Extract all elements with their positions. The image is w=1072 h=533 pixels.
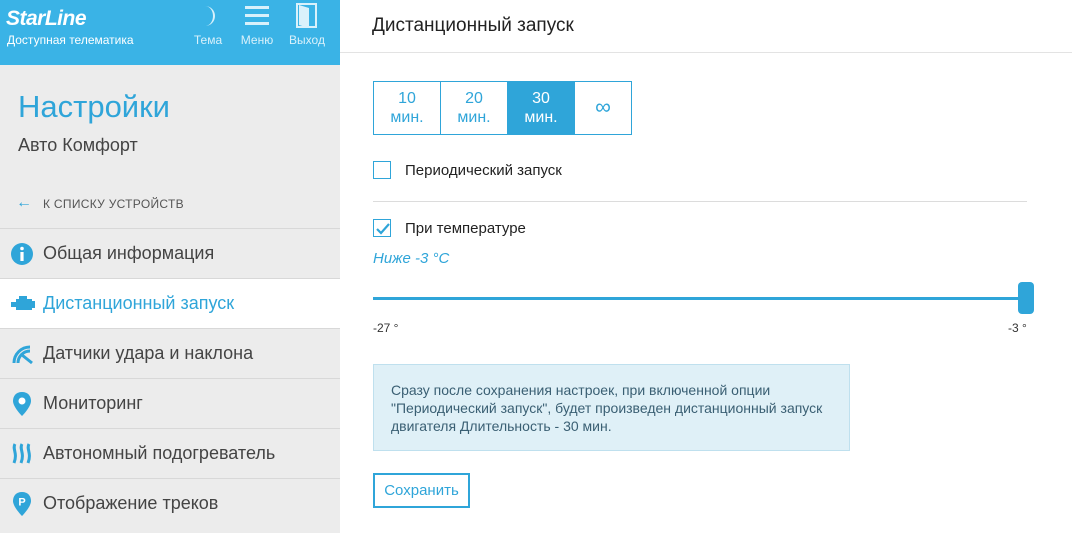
duration-unit: мин. bbox=[457, 109, 491, 126]
infinity-icon: ∞ bbox=[595, 94, 611, 119]
temperature-slider-track[interactable] bbox=[373, 297, 1027, 300]
slider-min-label: -27 ° bbox=[373, 321, 399, 335]
theme-button[interactable]: Тема bbox=[185, 3, 231, 47]
sidebar-item-label: Автономный подогреватель bbox=[43, 443, 276, 463]
temperature-slider-handle[interactable] bbox=[1018, 282, 1034, 314]
duration-10-button[interactable]: 10 мин. bbox=[374, 82, 441, 134]
top-bar: StarLine Доступная телематика Тема Меню … bbox=[0, 0, 340, 65]
hamburger-icon bbox=[245, 6, 269, 25]
settings-title: Настройки bbox=[18, 89, 171, 124]
settings-menu: Общая информация Дистанционный запуск Да… bbox=[0, 228, 340, 528]
periodic-start-checkbox[interactable] bbox=[373, 161, 391, 179]
duration-value: 10 bbox=[398, 90, 416, 107]
duration-unit: мин. bbox=[524, 109, 558, 126]
location-pin-icon bbox=[13, 392, 31, 416]
parking-pin-icon: P bbox=[13, 492, 31, 516]
sidebar-item-tracks[interactable]: P Отображение треков bbox=[0, 478, 340, 528]
menu-button[interactable]: Меню bbox=[234, 3, 280, 47]
slider-max-label: -3 ° bbox=[1008, 321, 1027, 335]
duration-value: 30 bbox=[532, 90, 550, 107]
sidebar-item-label: Дистанционный запуск bbox=[43, 293, 235, 313]
temperature-label: При температуре bbox=[405, 220, 526, 237]
back-to-devices-link[interactable]: ← К СПИСКУ УСТРОЙСТВ bbox=[0, 188, 340, 228]
sidebar-item-shock-sensors[interactable]: Датчики удара и наклона bbox=[0, 328, 340, 378]
exit-door-icon bbox=[296, 3, 317, 28]
sidebar-item-label: Общая информация bbox=[43, 243, 215, 263]
sidebar: StarLine Доступная телематика Тема Меню … bbox=[0, 0, 340, 533]
duration-unit: мин. bbox=[390, 109, 424, 126]
sidebar-item-label: Мониторинг bbox=[43, 393, 143, 413]
menu-label: Меню bbox=[240, 33, 274, 47]
brand-logo[interactable]: StarLine bbox=[6, 7, 87, 31]
info-notice: Сразу после сохранения настроек, при вкл… bbox=[373, 364, 850, 451]
sidebar-item-monitoring[interactable]: Мониторинг bbox=[0, 378, 340, 428]
duration-selector: 10 мин. 20 мин. 30 мин. ∞ bbox=[373, 81, 632, 135]
checkmark-icon bbox=[376, 223, 390, 235]
duration-infinite-button[interactable]: ∞ bbox=[575, 82, 631, 134]
sidebar-item-label: Отображение треков bbox=[43, 493, 219, 513]
temperature-checkbox[interactable] bbox=[373, 219, 391, 237]
svg-text:P: P bbox=[18, 497, 25, 509]
heater-icon bbox=[12, 443, 31, 464]
device-name: Авто Комфорт bbox=[18, 135, 138, 155]
exit-label: Выход bbox=[289, 33, 325, 47]
engine-icon bbox=[11, 296, 35, 310]
main-panel: Дистанционный запуск 10 мин. 20 мин. 30 … bbox=[340, 0, 1072, 533]
duration-20-button[interactable]: 20 мин. bbox=[441, 82, 508, 134]
exit-button[interactable]: Выход bbox=[284, 3, 330, 47]
temperature-threshold-text: Ниже -3 °C bbox=[373, 250, 450, 267]
duration-30-button[interactable]: 30 мин. bbox=[508, 82, 575, 134]
theme-label: Тема bbox=[193, 33, 223, 47]
back-to-devices-label: К СПИСКУ УСТРОЙСТВ bbox=[43, 197, 184, 211]
header-divider bbox=[340, 52, 1072, 53]
sidebar-item-general-info[interactable]: Общая информация bbox=[0, 228, 340, 278]
shock-sensor-icon bbox=[12, 345, 33, 365]
brand-tagline: Доступная телематика bbox=[7, 33, 134, 47]
periodic-start-label: Периодический запуск bbox=[405, 162, 562, 179]
duration-value: 20 bbox=[465, 90, 483, 107]
section-divider bbox=[373, 201, 1027, 202]
sidebar-item-heater[interactable]: Автономный подогреватель bbox=[0, 428, 340, 478]
page-title: Дистанционный запуск bbox=[372, 15, 574, 36]
info-icon bbox=[11, 243, 33, 265]
moon-icon bbox=[205, 6, 215, 26]
arrow-left-icon: ← bbox=[16, 194, 32, 211]
sidebar-item-remote-start[interactable]: Дистанционный запуск bbox=[0, 278, 340, 328]
save-button[interactable]: Сохранить bbox=[373, 473, 470, 508]
sidebar-item-label: Датчики удара и наклона bbox=[43, 343, 254, 363]
